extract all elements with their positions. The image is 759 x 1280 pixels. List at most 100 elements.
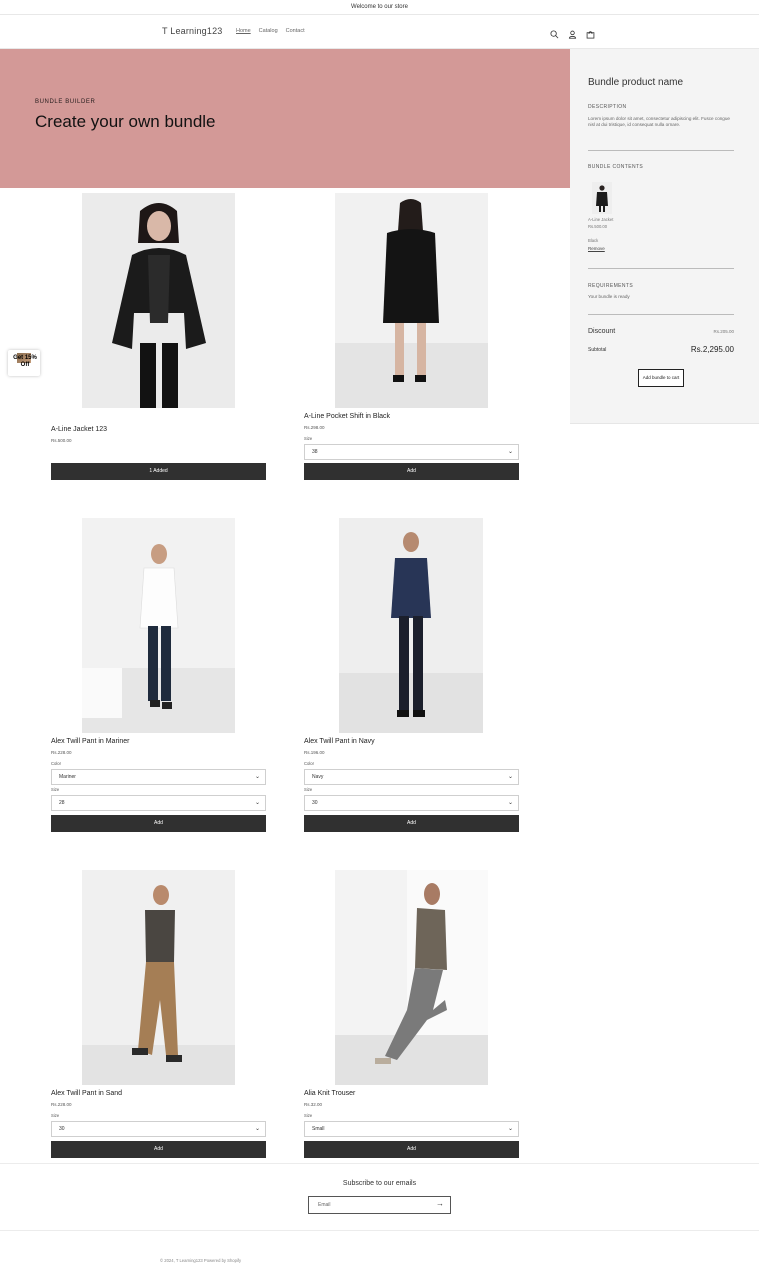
size-select[interactable]: 28 ⌄ — [51, 795, 266, 811]
subtotal-row: Subtotal Rs.2,295.00 — [588, 345, 734, 354]
add-button[interactable]: Add — [304, 463, 519, 480]
product-title[interactable]: Alex Twill Pant in Navy — [304, 738, 375, 745]
size-label: Size — [304, 787, 313, 792]
arrow-right-icon[interactable]: → — [436, 1199, 444, 1208]
product-price: Rs.500.00 — [51, 438, 72, 443]
site-header: T Learning123 Home Catalog Contact — [0, 16, 759, 49]
subtotal-label: Subtotal — [588, 346, 607, 353]
product-price: Rs.298.00 — [304, 425, 325, 430]
footer-copyright: © 2024, T Learning123 Powered by Shopify — [160, 1258, 242, 1263]
product-image[interactable] — [82, 193, 235, 408]
email-field: → — [308, 1196, 451, 1214]
cart-icon[interactable] — [586, 26, 595, 39]
main-nav: Home Catalog Contact — [236, 28, 305, 34]
bundle-item-thumbnail — [592, 182, 612, 214]
announcement-bar: Welcome to our store — [0, 0, 759, 15]
add-bundle-to-cart-button[interactable]: Add bundle to cart — [638, 369, 684, 387]
size-select[interactable]: Small ⌄ — [304, 1121, 519, 1137]
search-icon[interactable] — [550, 26, 559, 39]
promo-text: Get 15% Off — [13, 355, 37, 368]
bundle-contents-label: BUNDLE CONTENTS — [588, 164, 644, 170]
description-label: DESCRIPTION — [588, 104, 627, 110]
size-label: Size — [304, 436, 313, 441]
product-card: Alex Twill Pant in Mariner Rs.228.00 Col… — [51, 518, 266, 834]
requirements-label: REQUIREMENTS — [588, 283, 634, 289]
color-label: Color — [304, 761, 315, 766]
description-text: Lorem ipsum dolor sit amet, consectetur … — [588, 116, 730, 127]
product-card: Alex Twill Pant in Sand Rs.228.00 Size 3… — [51, 870, 266, 1160]
size-select-value: 28 — [59, 800, 65, 806]
product-title[interactable]: A-Line Pocket Shift in Black — [304, 413, 390, 420]
discount-value: Rs.205.00 — [713, 329, 734, 334]
size-label: Size — [304, 1113, 313, 1118]
hero-eyebrow: BUNDLE BUILDER — [35, 99, 96, 105]
product-price: Rs.32.00 — [304, 1102, 323, 1107]
bundle-item-price: Rs.500.00 — [588, 224, 608, 229]
bundle-item-variant: Black — [588, 238, 599, 243]
divider — [588, 150, 734, 151]
color-select-value: Navy — [312, 774, 324, 780]
nav-home[interactable]: Home — [236, 28, 251, 34]
size-select[interactable]: 38 ⌄ — [304, 444, 519, 460]
size-select[interactable]: 30 ⌄ — [304, 795, 519, 811]
product-image[interactable] — [82, 870, 235, 1085]
requirements-text: Your bundle is ready — [588, 294, 630, 299]
bundle-item-name: A-Line Jacket — [588, 217, 614, 222]
hero-title: Create your own bundle — [35, 112, 216, 131]
newsletter-title: Subscribe to our emails — [342, 1180, 417, 1187]
chevron-down-icon: ⌄ — [254, 800, 260, 806]
add-button[interactable]: Add — [304, 815, 519, 832]
product-image[interactable] — [335, 193, 488, 408]
product-title[interactable]: Alia Knit Trouser — [304, 1090, 355, 1097]
add-button[interactable]: Add — [304, 1141, 519, 1158]
header-icons — [550, 26, 595, 39]
product-image[interactable] — [339, 518, 483, 733]
chevron-down-icon: ⌄ — [507, 774, 513, 780]
bundle-title: Bundle product name — [588, 77, 684, 88]
subtotal-value: Rs.2,295.00 — [690, 345, 734, 354]
add-button[interactable]: Add — [51, 1141, 266, 1158]
discount-row: Discount Rs.205.00 — [588, 328, 734, 335]
store-logo[interactable]: T Learning123 — [162, 26, 222, 36]
product-title[interactable]: Alex Twill Pant in Sand — [51, 1090, 122, 1097]
color-label: Color — [51, 761, 62, 766]
added-button[interactable]: 1 Added — [51, 463, 266, 480]
chevron-down-icon: ⌄ — [507, 1126, 513, 1132]
product-price: Rs.196.00 — [304, 750, 325, 755]
size-select-value: 30 — [59, 1126, 65, 1132]
email-input[interactable] — [309, 1197, 429, 1213]
newsletter-section: Subscribe to our emails → — [0, 1163, 759, 1231]
product-price: Rs.228.00 — [51, 1102, 72, 1107]
divider — [588, 268, 734, 269]
chevron-down-icon: ⌄ — [507, 449, 513, 455]
product-price: Rs.228.00 — [51, 750, 72, 755]
color-select[interactable]: Navy ⌄ — [304, 769, 519, 785]
product-image[interactable] — [82, 518, 235, 733]
size-select-value: 30 — [312, 800, 318, 806]
nav-contact[interactable]: Contact — [286, 28, 305, 34]
chevron-down-icon: ⌄ — [254, 1126, 260, 1132]
color-select[interactable]: Mariner ⌄ — [51, 769, 266, 785]
chevron-down-icon: ⌄ — [507, 800, 513, 806]
product-image[interactable] — [335, 870, 488, 1085]
bundle-sidebar: Bundle product name DESCRIPTION Lorem ip… — [570, 49, 759, 424]
product-card: A-Line Jacket 123 Rs.500.00 1 Added — [51, 193, 266, 483]
color-select-value: Mariner — [59, 774, 76, 780]
product-card: Alex Twill Pant in Navy Rs.196.00 Color … — [304, 518, 519, 834]
size-label: Size — [51, 1113, 60, 1118]
product-card: Alia Knit Trouser Rs.32.00 Size Small ⌄ … — [304, 870, 519, 1160]
product-title[interactable]: A-Line Jacket 123 — [51, 426, 107, 433]
divider — [588, 314, 734, 315]
account-icon[interactable] — [568, 26, 577, 39]
chevron-down-icon: ⌄ — [254, 774, 260, 780]
size-select-value: Small — [312, 1126, 325, 1132]
size-label: Size — [51, 787, 60, 792]
product-title[interactable]: Alex Twill Pant in Mariner — [51, 738, 129, 745]
nav-catalog[interactable]: Catalog — [259, 28, 278, 34]
size-select[interactable]: 30 ⌄ — [51, 1121, 266, 1137]
add-button[interactable]: Add — [51, 815, 266, 832]
remove-item-link[interactable]: Remove — [588, 246, 605, 251]
size-select-value: 38 — [312, 449, 318, 455]
discount-label: Discount — [588, 328, 616, 335]
discount-popup-badge[interactable]: Get 15% Off — [8, 350, 40, 376]
